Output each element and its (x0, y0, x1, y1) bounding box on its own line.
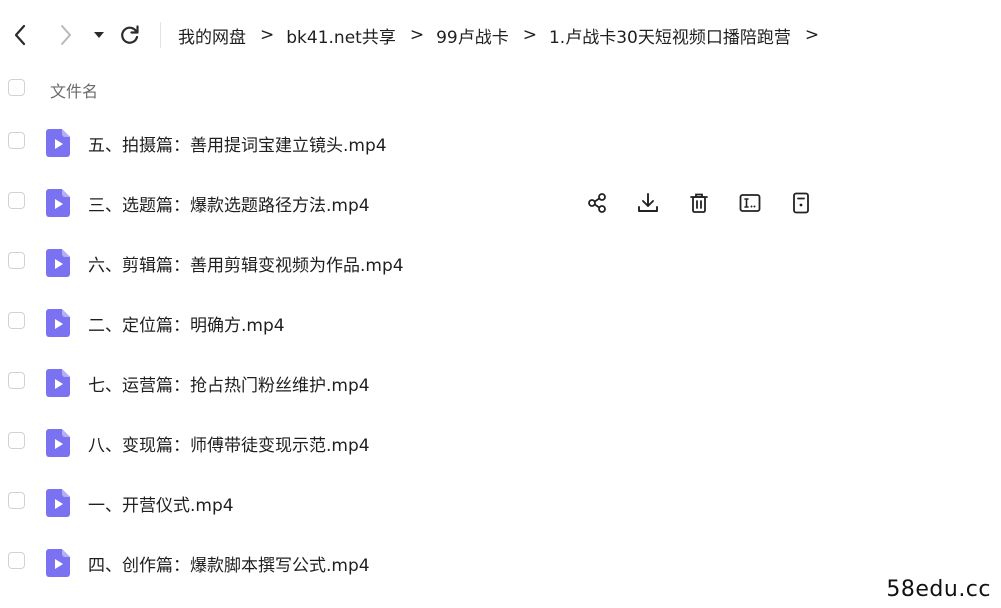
select-all-checkbox[interactable] (8, 79, 25, 96)
video-file-icon (46, 249, 70, 277)
file-name[interactable]: 五、拍摄篇：善用提词宝建立镜头.mp4 (88, 131, 387, 156)
download-icon (638, 193, 658, 212)
history-dropdown-button[interactable] (88, 22, 110, 48)
delete-button[interactable] (687, 191, 711, 215)
refresh-button[interactable] (118, 22, 142, 48)
row-checkbox[interactable] (8, 552, 25, 569)
breadcrumb-item-root[interactable]: 我的网盘 (178, 23, 246, 48)
rename-icon (739, 194, 761, 212)
rename-button[interactable] (738, 191, 762, 215)
row-checkbox[interactable] (8, 432, 25, 449)
row-checkbox[interactable] (8, 132, 25, 149)
row-actions (585, 190, 840, 216)
row-checkbox[interactable] (8, 192, 25, 209)
details-button[interactable] (789, 191, 813, 215)
video-file-icon (46, 189, 70, 217)
file-name[interactable]: 六、剪辑篇：善用剪辑变视频为作品.mp4 (88, 251, 404, 276)
breadcrumb-item-course[interactable]: 99卢战卡 (436, 23, 509, 48)
forward-button[interactable] (54, 22, 78, 48)
breadcrumb-item-share[interactable]: bk41.net共享 (286, 23, 396, 48)
file-row[interactable]: 四、创作篇：爆款脚本撰写公式.mp4 (0, 532, 1001, 592)
breadcrumb-separator: > (804, 25, 820, 45)
video-file-icon (46, 369, 70, 397)
toolbar-divider (160, 22, 161, 48)
refresh-icon (121, 25, 139, 44)
file-row[interactable]: 五、拍摄篇：善用提词宝建立镜头.mp4 (0, 112, 1001, 172)
breadcrumb-separator: > (522, 25, 537, 45)
chevron-right-icon (61, 25, 71, 45)
list-header: 文件名 (0, 70, 1001, 106)
delete-icon (690, 193, 708, 213)
video-file-icon (46, 309, 70, 337)
row-checkbox[interactable] (8, 372, 25, 389)
caret-down-icon (94, 32, 104, 38)
row-checkbox[interactable] (8, 312, 25, 329)
download-button[interactable] (636, 191, 660, 215)
breadcrumb-item-current[interactable]: 1.卢战卡30天短视频口播陪跑营 (549, 23, 791, 48)
file-name[interactable]: 三、选题篇：爆款选题路径方法.mp4 (88, 191, 370, 216)
breadcrumb-separator: > (409, 25, 425, 45)
file-row[interactable]: 一、开营仪式.mp4 (0, 472, 1001, 532)
details-icon (793, 192, 809, 214)
file-name[interactable]: 四、创作篇：爆款脚本撰写公式.mp4 (88, 551, 370, 576)
file-name[interactable]: 一、开营仪式.mp4 (88, 491, 234, 516)
video-file-icon (46, 489, 70, 517)
file-row[interactable]: 七、运营篇：抢占热门粉丝维护.mp4 (0, 352, 1001, 412)
back-button[interactable] (8, 22, 32, 48)
column-header-filename[interactable]: 文件名 (50, 78, 98, 102)
file-row[interactable]: 二、定位篇：明确方.mp4 (0, 292, 1001, 352)
video-file-icon (46, 549, 70, 577)
file-name[interactable]: 七、运营篇：抢占热门粉丝维护.mp4 (88, 371, 370, 396)
row-checkbox[interactable] (8, 252, 25, 269)
share-button[interactable] (585, 191, 609, 215)
file-row-hovered[interactable]: 三、选题篇：爆款选题路径方法.mp4 (0, 172, 1001, 232)
toolbar: 我的网盘 > bk41.net共享 > 99卢战卡 > 1.卢战卡30天短视频口… (0, 0, 1001, 70)
breadcrumb-separator: > (260, 25, 275, 45)
video-file-icon (46, 429, 70, 457)
file-row[interactable]: 八、变现篇：师傅带徒变现示范.mp4 (0, 412, 1001, 472)
video-file-icon (46, 129, 70, 157)
row-checkbox[interactable] (8, 492, 25, 509)
chevron-left-icon (14, 24, 26, 46)
share-icon (588, 193, 606, 213)
file-name[interactable]: 二、定位篇：明确方.mp4 (88, 311, 285, 336)
file-name[interactable]: 八、变现篇：师傅带徒变现示范.mp4 (88, 431, 370, 456)
watermark: 58edu.cc (886, 577, 991, 602)
breadcrumb: 我的网盘 > bk41.net共享 > 99卢战卡 > 1.卢战卡30天短视频口… (178, 23, 831, 48)
file-row[interactable]: 六、剪辑篇：善用剪辑变视频为作品.mp4 (0, 232, 1001, 292)
